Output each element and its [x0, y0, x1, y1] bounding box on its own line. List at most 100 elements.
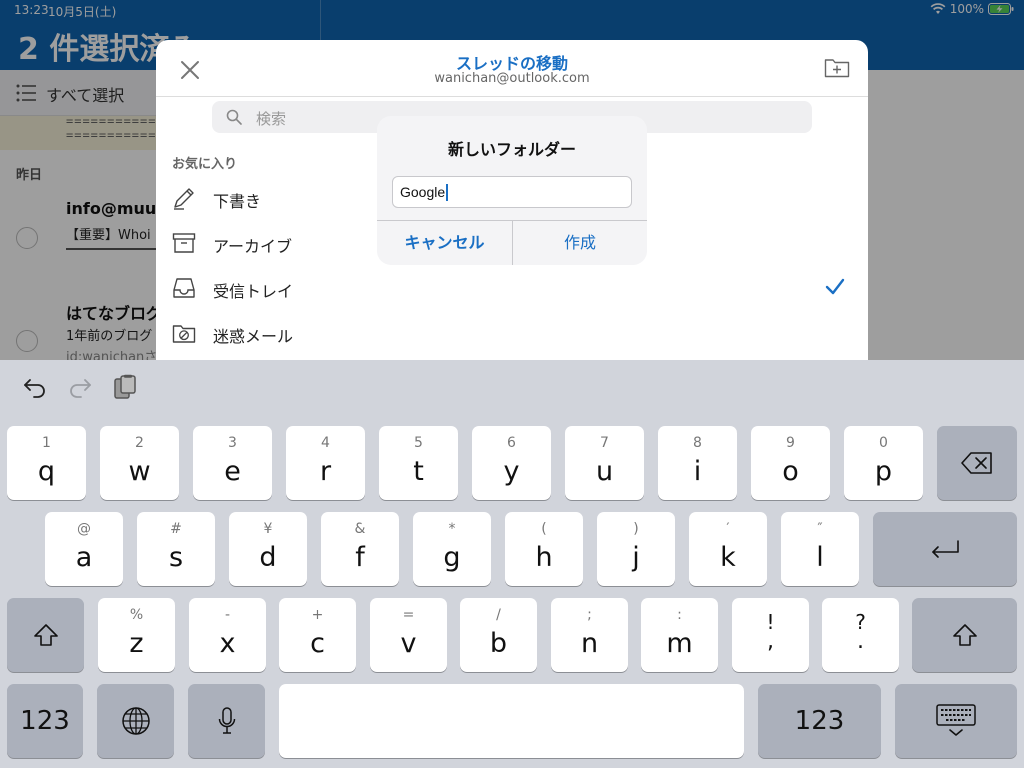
key-label: s [168, 542, 184, 573]
checkmark-icon [825, 278, 845, 295]
key-hint: 9 [786, 435, 795, 451]
key-hint: @ [77, 521, 91, 537]
undo-icon[interactable] [22, 374, 48, 400]
archive-icon [172, 233, 196, 253]
key-label: i [693, 456, 702, 487]
folder-name: 下書き [213, 192, 262, 211]
folder-item-junk[interactable]: 迷惑メール [156, 311, 868, 355]
key-q[interactable]: 1q [7, 426, 86, 500]
key-numbers-right[interactable]: 123 [758, 684, 881, 758]
pencil-icon [174, 188, 194, 210]
create-button[interactable]: 作成 [513, 221, 647, 265]
key-globe[interactable] [97, 684, 174, 758]
key-r[interactable]: 4r [286, 426, 365, 500]
key-hint: 6 [507, 435, 516, 451]
shift-wrap [7, 598, 84, 672]
text-caret [446, 183, 449, 201]
key-f[interactable]: & f [321, 512, 399, 586]
key-u[interactable]: 7u [565, 426, 644, 500]
key-label: j [632, 542, 640, 573]
key-label: w [128, 456, 151, 487]
key-hint: ( [541, 521, 547, 537]
paste-icon[interactable] [112, 374, 138, 400]
cancel-button[interactable]: キャンセル [377, 221, 512, 265]
key-o[interactable]: 9o [751, 426, 830, 500]
key-j[interactable]: ) j [597, 512, 675, 586]
key-label: h [535, 542, 553, 573]
software-keyboard: 1q 2w 3e 4r 5t 6y 7u 8i 9o 0p @ a # s ¥ d &… [0, 360, 1024, 768]
search-placeholder: 検索 [256, 110, 287, 128]
key-shift-left[interactable] [7, 598, 84, 672]
globe-icon [121, 707, 150, 735]
key-label: b [489, 628, 508, 659]
key-w[interactable]: 2w [100, 426, 179, 500]
key-hint: 1 [42, 435, 51, 451]
key-v[interactable]: = v [370, 598, 447, 672]
key-e[interactable]: 3e [193, 426, 272, 500]
shift-icon [952, 624, 977, 646]
key-t[interactable]: 5t [379, 426, 458, 500]
key-label: o [782, 456, 799, 487]
key-label: c [310, 628, 325, 659]
folder-name-value: Google [400, 184, 446, 200]
key-x[interactable]: -x [189, 598, 266, 672]
key-hint: ″ [817, 521, 823, 537]
key-label: m [666, 628, 693, 659]
shift-wrap [912, 598, 1017, 672]
key-b[interactable]: / b [460, 598, 537, 672]
key-i[interactable]: 8i [658, 426, 737, 500]
key-g[interactable]: * g [413, 512, 491, 586]
key-hint: - [224, 607, 231, 623]
key-return[interactable] [873, 512, 1017, 586]
key-z[interactable]: % z [98, 598, 175, 672]
header-divider [156, 96, 868, 97]
return-wrap [873, 512, 1017, 586]
key-label: 123 [794, 706, 845, 736]
redo-icon[interactable] [67, 374, 93, 400]
key-hint: + [311, 607, 324, 623]
key-l[interactable]: ″ l [781, 512, 859, 586]
microphone-icon [218, 707, 235, 734]
key-backspace[interactable] [937, 426, 1017, 500]
key-hint: & [354, 521, 366, 537]
key-y[interactable]: 6y [472, 426, 551, 500]
folder-item-inbox[interactable]: 受信トレイ [156, 266, 868, 310]
key-hint: 8 [693, 435, 702, 451]
key-hint: 2 [135, 435, 144, 451]
key-p[interactable]: 0p [844, 426, 923, 500]
junk-icon [172, 325, 196, 343]
key-label: g [443, 542, 461, 573]
shift-icon [33, 624, 58, 646]
key-dictation[interactable] [188, 684, 265, 758]
key-label: n [580, 628, 599, 659]
key-n[interactable]: ; n [551, 598, 628, 672]
folder-name-input[interactable]: Google [392, 176, 632, 208]
key-label: . [857, 629, 864, 654]
key-label: d [259, 542, 277, 573]
key-hint: ′ [726, 521, 730, 537]
key-period[interactable]: ?. [822, 598, 899, 672]
key-space[interactable] [279, 684, 744, 758]
new-folder-icon[interactable] [824, 56, 850, 78]
key-h[interactable]: (h [505, 512, 583, 586]
dismiss-wrap [895, 684, 1017, 758]
key-d[interactable]: ¥ d [229, 512, 307, 586]
key-dismiss-keyboard[interactable] [895, 684, 1017, 758]
key-c[interactable]: + c [279, 598, 356, 672]
key-shift-right[interactable] [912, 598, 1017, 672]
key-a[interactable]: @ a [45, 512, 123, 586]
key-hint: = [402, 607, 415, 623]
key-numbers-left[interactable]: 123 [7, 684, 83, 758]
key-hint: 5 [414, 435, 423, 451]
key-label: t [413, 456, 424, 487]
key-m[interactable]: :m [641, 598, 718, 672]
key-k[interactable]: ′ k [689, 512, 767, 586]
folder-name: 迷惑メール [213, 327, 294, 346]
inbox-icon [173, 278, 195, 298]
favorites-label: お気に入り [172, 157, 238, 172]
key-hint: * [448, 521, 456, 537]
key-comma[interactable]: !, [732, 598, 809, 672]
key-s[interactable]: # s [137, 512, 215, 586]
key-hint: 0 [879, 435, 888, 451]
key-label: x [219, 628, 236, 659]
